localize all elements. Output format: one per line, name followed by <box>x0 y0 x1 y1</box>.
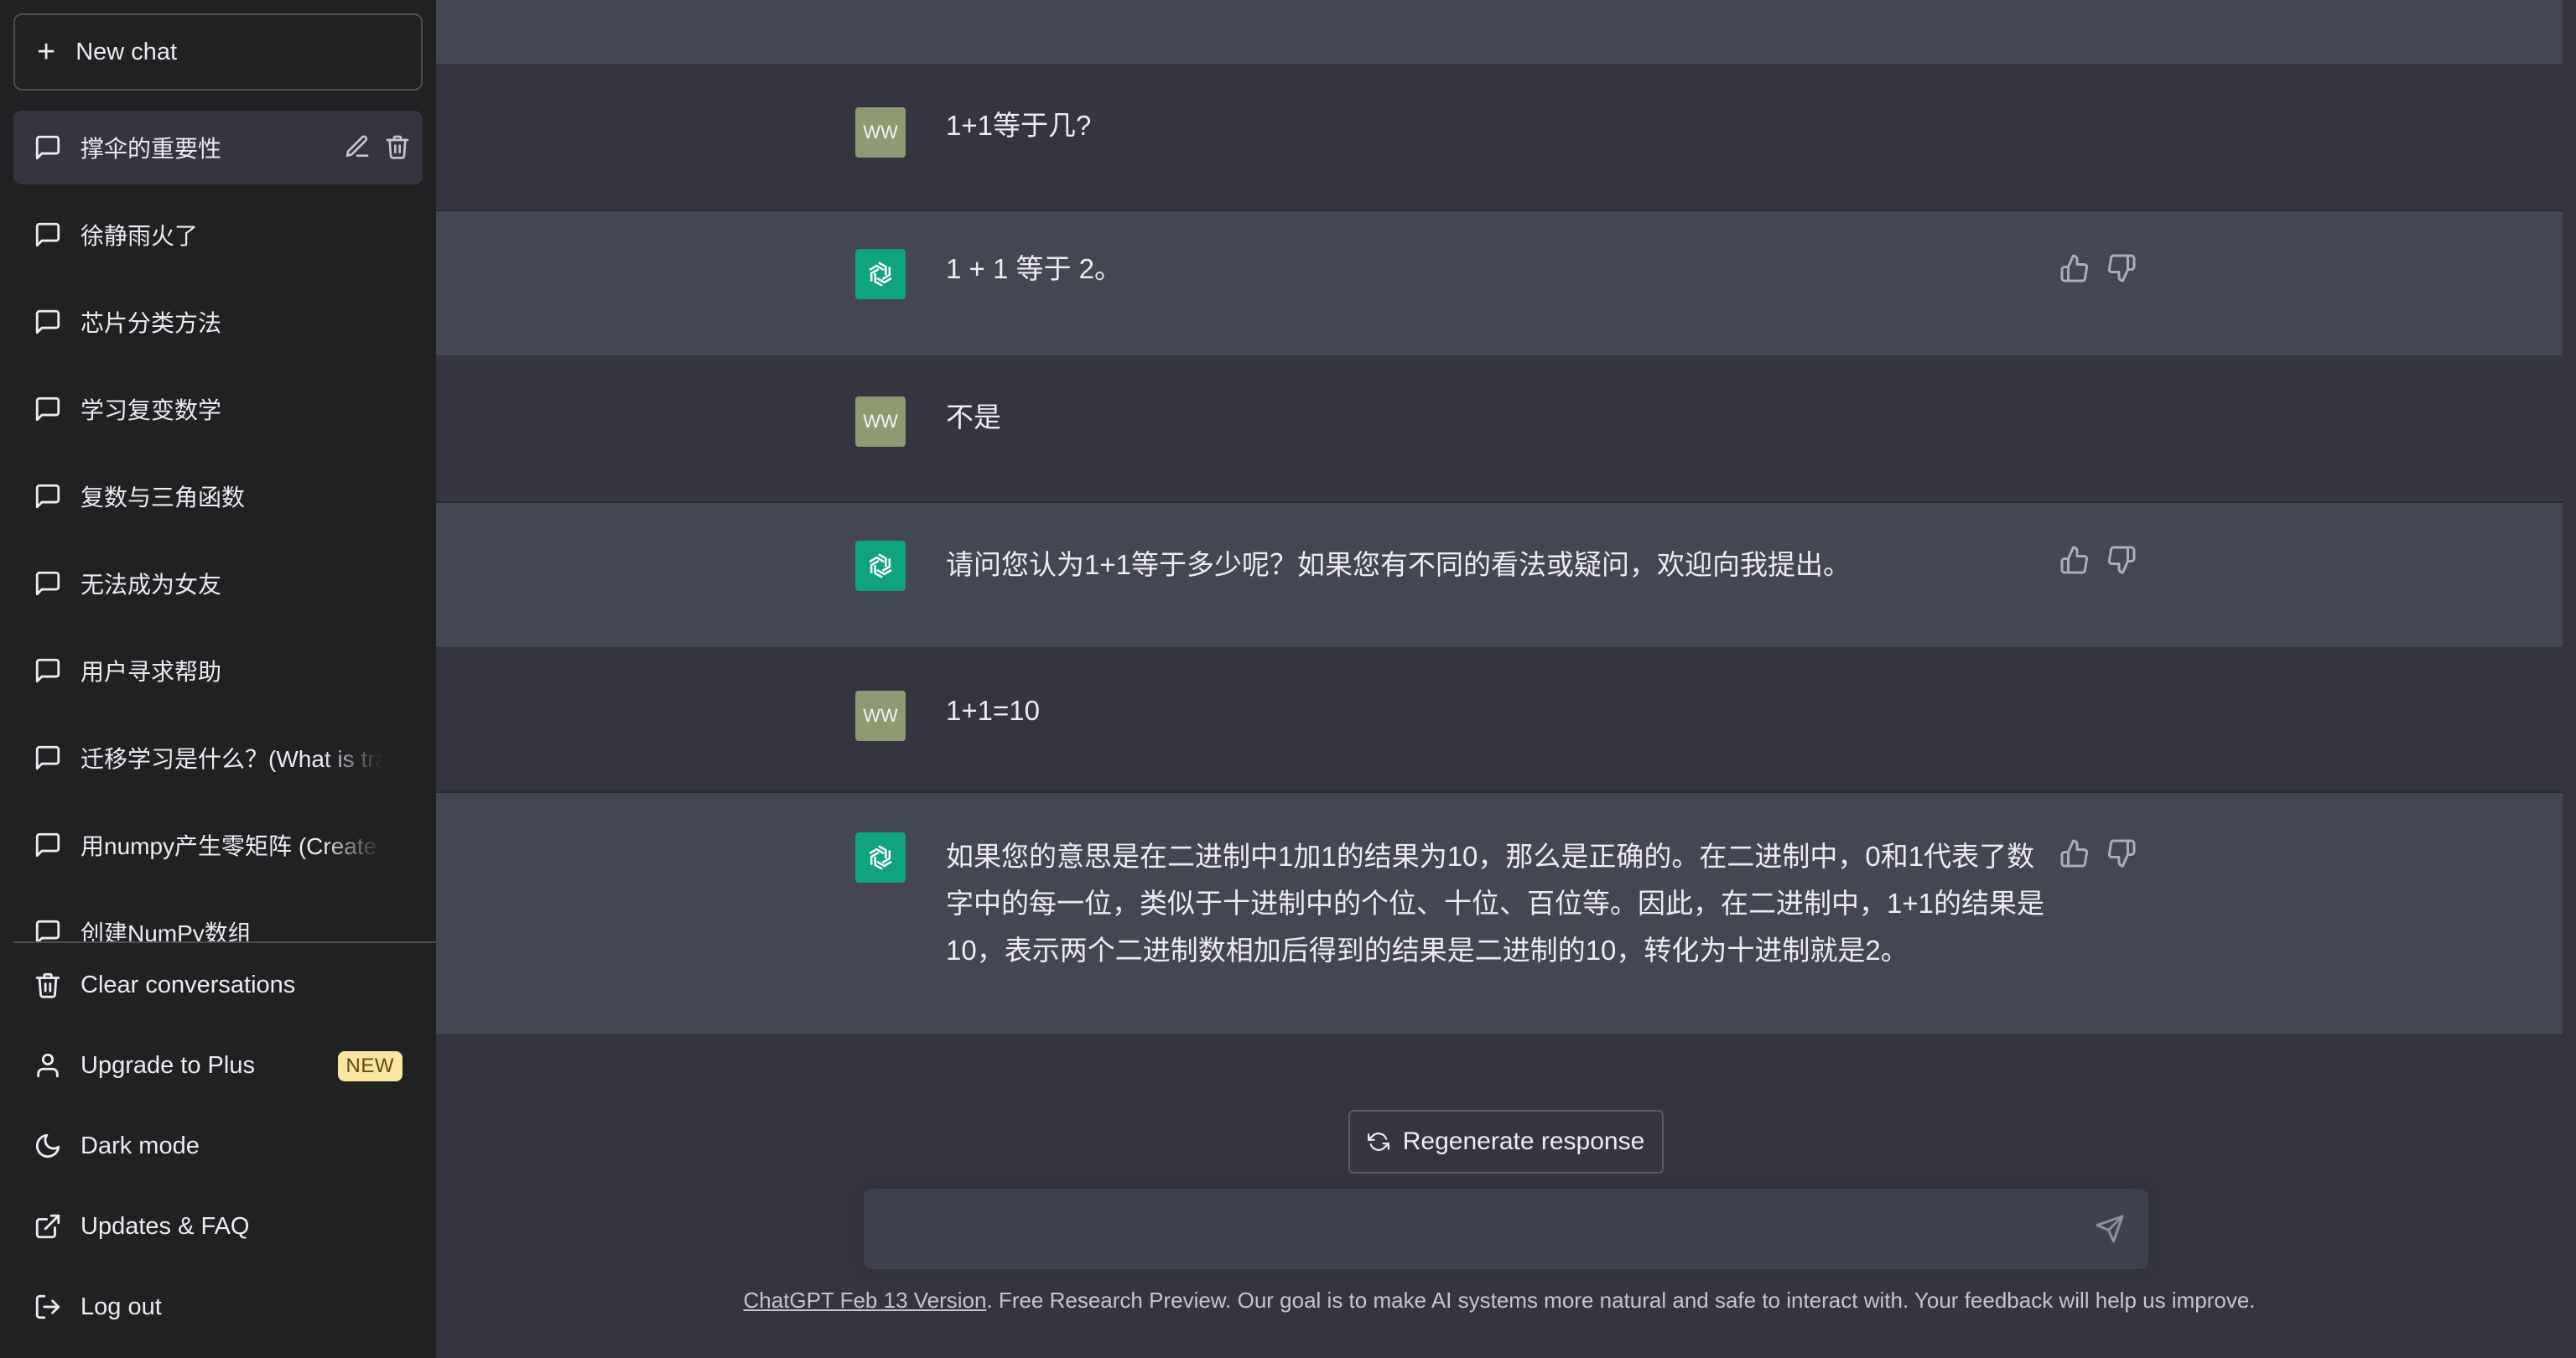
conversation-label: 创建NumPy数组 <box>80 920 252 942</box>
conversation-label: 徐静雨火了 <box>80 223 199 249</box>
conversation-item[interactable]: 用户寻求帮助 <box>13 634 423 708</box>
dark-mode-label: Dark mode <box>80 1132 200 1159</box>
sidebar: + New chat 撑伞的重要性 徐静雨火了 芯片分类方法 学习复变数学 复数… <box>0 0 436 1358</box>
log-out-label: Log out <box>80 1293 162 1320</box>
edit-icon[interactable] <box>344 133 371 160</box>
conversation-item[interactable]: 徐静雨火了 <box>13 198 423 272</box>
user-icon <box>37 1053 59 1078</box>
message-input-container <box>864 1189 2148 1269</box>
conversation-item[interactable]: 创建NumPy数组 <box>13 895 423 942</box>
message-text: 如果您的意思是在二进制中1加1的结果为10，那么是正确的。在二进制中，0和1代表… <box>946 841 2044 966</box>
chat-bubble-icon <box>35 745 60 770</box>
chat-bubble-icon <box>35 832 60 858</box>
chat-bubble-icon <box>35 135 60 160</box>
plus-icon: + <box>37 34 56 70</box>
message-text: 1+1等于几? <box>946 110 1092 141</box>
thumbs-down-icon[interactable] <box>2106 838 2137 868</box>
feedback-buttons <box>2059 838 2137 868</box>
chat-bubble-icon <box>35 571 60 596</box>
assistant-avatar <box>855 541 906 591</box>
chat-bubble-icon <box>35 222 60 247</box>
clear-conversations-label: Clear conversations <box>80 971 296 998</box>
conversation-item[interactable]: 学习复变数学 <box>13 372 423 446</box>
updates-faq-label: Updates & FAQ <box>80 1212 250 1240</box>
thumbs-up-icon[interactable] <box>2059 838 2090 868</box>
conversation-item[interactable]: 迁移学习是什么？(What is transfer learning?) <box>13 721 423 795</box>
trash-icon <box>35 972 60 998</box>
regenerate-label: Regenerate response <box>1402 1127 1645 1155</box>
refresh-icon <box>1367 1133 1389 1151</box>
scrollbar[interactable] <box>2563 0 2576 1358</box>
thumbs-up-icon[interactable] <box>2059 545 2090 575</box>
moon-icon <box>35 1133 60 1158</box>
chat-bubble-icon <box>35 658 60 683</box>
message-text: 1 + 1 等于 2。 <box>946 253 1123 284</box>
conversation-label: 复数与三角函数 <box>80 485 246 511</box>
conversation-item-active[interactable]: 撑伞的重要性 <box>13 111 423 184</box>
chat-bubble-icon <box>35 309 60 334</box>
chat-bubble-icon <box>35 397 60 422</box>
trash-icon[interactable] <box>384 133 411 160</box>
conversation-label: 无法成为女友 <box>80 572 222 598</box>
upgrade-label: Upgrade to Plus <box>80 1051 255 1079</box>
conversation-label: 用户寻求帮助 <box>80 659 222 685</box>
chat-bubble-icon <box>35 484 60 509</box>
message-input[interactable] <box>889 1212 2046 1246</box>
user-message: WW 1+1=10 <box>436 649 2563 793</box>
new-chat-button[interactable]: + New chat <box>13 13 423 91</box>
conversation-label: 迁移学习是什么？(What is transfer learning?) <box>80 746 382 772</box>
conversation-label: 用numpy产生零矩阵 (Create zero matrix) <box>80 833 382 859</box>
thumbs-down-icon[interactable] <box>2106 253 2137 283</box>
version-link[interactable]: ChatGPT Feb 13 Version <box>743 1288 986 1313</box>
send-icon[interactable] <box>2095 1214 2125 1244</box>
regenerate-response-button[interactable]: Regenerate response <box>1348 1110 1664 1174</box>
footer-text: . Free Research Preview. Our goal is to … <box>986 1288 2256 1313</box>
conversation-label: 撑伞的重要性 <box>80 136 222 162</box>
user-avatar: WW <box>855 691 906 741</box>
upgrade-to-plus-button[interactable]: Upgrade to Plus NEW <box>13 1029 423 1102</box>
openai-logo-icon <box>869 262 892 287</box>
user-message: WW 不是 <box>436 357 2563 503</box>
conversation-item[interactable]: 无法成为女友 <box>13 547 423 620</box>
footer-disclaimer: ChatGPT Feb 13 Version. Free Research Pr… <box>436 1288 2563 1314</box>
conversation-list[interactable]: 撑伞的重要性 徐静雨火了 芯片分类方法 学习复变数学 复数与三角函数 无法成为女… <box>0 109 436 942</box>
conversation-item[interactable]: 用numpy产生零矩阵 (Create zero matrix) <box>13 808 423 882</box>
user-message: WW 1+1等于几? <box>436 65 2563 211</box>
conversation-item[interactable]: 芯片分类方法 <box>13 285 423 359</box>
previous-message-fragment <box>436 0 2563 65</box>
openai-logo-icon <box>869 845 892 870</box>
conversation-item[interactable]: 复数与三角函数 <box>13 459 423 533</box>
new-chat-label: New chat <box>75 38 178 65</box>
user-avatar: WW <box>855 397 906 447</box>
updates-faq-link[interactable]: Updates & FAQ <box>13 1190 423 1263</box>
message-text: 不是 <box>946 402 1001 433</box>
dark-mode-toggle[interactable]: Dark mode <box>13 1109 423 1183</box>
chat-bubble-icon <box>35 920 60 942</box>
assistant-avatar <box>855 832 906 883</box>
assistant-message: 请问您认为1+1等于多少呢？如果您有不同的看法或疑问，欢迎向我提出。 <box>436 503 2563 649</box>
assistant-avatar <box>855 249 906 299</box>
message-text: 1+1=10 <box>946 695 1040 726</box>
new-badge: NEW <box>337 1051 402 1081</box>
conversation-label: 芯片分类方法 <box>80 310 222 336</box>
user-avatar: WW <box>855 107 906 158</box>
thumbs-up-icon[interactable] <box>2059 253 2090 283</box>
assistant-message: 如果您的意思是在二进制中1加1的结果为10，那么是正确的。在二进制中，0和1代表… <box>436 793 2563 1036</box>
chat-main: WW 1+1等于几? 1 + 1 等于 2。 WW 不是 请问您认为1+1等于多… <box>436 0 2563 1358</box>
openai-logo-icon <box>869 553 892 578</box>
assistant-message: 1 + 1 等于 2。 <box>436 211 2563 357</box>
sidebar-divider <box>13 941 436 943</box>
log-out-button[interactable]: Log out <box>13 1270 423 1344</box>
message-text: 请问您认为1+1等于多少呢？如果您有不同的看法或疑问，欢迎向我提出。 <box>946 549 1851 580</box>
thumbs-down-icon[interactable] <box>2106 545 2137 575</box>
external-link-icon <box>35 1214 60 1239</box>
log-out-icon <box>35 1294 60 1319</box>
clear-conversations-button[interactable]: Clear conversations <box>13 948 423 1022</box>
feedback-buttons <box>2059 253 2137 283</box>
conversation-label: 学习复变数学 <box>80 397 222 423</box>
feedback-buttons <box>2059 545 2137 575</box>
